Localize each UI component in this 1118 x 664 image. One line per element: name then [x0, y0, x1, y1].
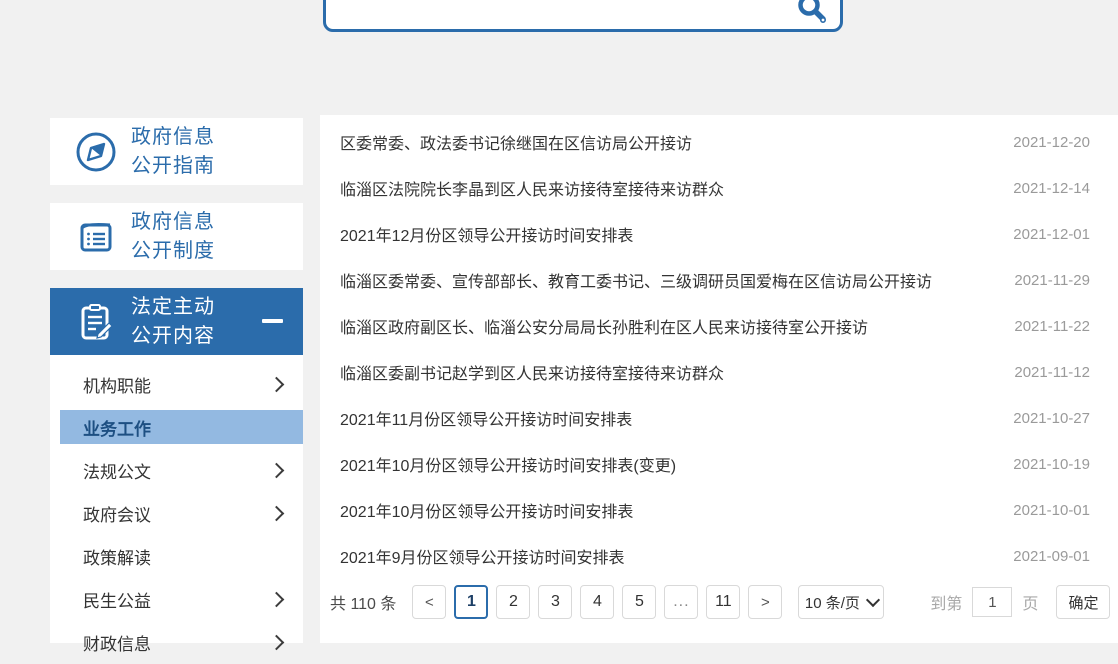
pagination-bar: 共 110 条 < 12345...11 > 10 条/页 到第 页 确定: [330, 585, 1110, 619]
article-date: 2021-12-01: [1013, 226, 1090, 243]
sidebar-submenu-item[interactable]: 政府会议: [50, 492, 303, 535]
next-page-button[interactable]: >: [748, 585, 782, 619]
goto-page-group: 到第 页 确定: [930, 585, 1110, 619]
submenu-item-label: 民生公益: [83, 587, 151, 612]
submenu-item-label: 政府会议: [83, 501, 151, 526]
article-date: 2021-09-01: [1013, 548, 1090, 565]
sidebar-submenu-item[interactable]: 机构职能: [50, 363, 303, 406]
compass-icon: [74, 130, 118, 174]
list-item[interactable]: 临淄区委副书记赵学到区人民来访接待室接待来访群众 2021-11-12: [320, 349, 1118, 395]
sidebar-submenu-item[interactable]: 民生公益: [50, 578, 303, 621]
chevron-right-icon: [269, 592, 285, 608]
list-item[interactable]: 2021年9月份区领导公开接访时间安排表 2021-09-01: [320, 533, 1118, 579]
sidebar-submenu-item[interactable]: 法规公文: [50, 449, 303, 492]
list-item[interactable]: 2021年10月份区领导公开接访时间安排表(变更) 2021-10-19: [320, 441, 1118, 487]
article-title[interactable]: 2021年9月份区领导公开接访时间安排表: [340, 544, 625, 568]
sidebar-item-statutory-disclosure[interactable]: 法定主动 公开内容: [50, 288, 303, 355]
page-number-button[interactable]: 11: [706, 585, 740, 619]
submenu-item-label: 业务工作: [83, 415, 151, 440]
page-size-select[interactable]: 10 条/页: [798, 585, 884, 619]
submenu-item-label: 机构职能: [83, 372, 151, 397]
article-title[interactable]: 临淄区委副书记赵学到区人民来访接待室接待来访群众: [340, 360, 724, 384]
sidebar-item-gov-info-system[interactable]: 政府信息 公开制度: [50, 203, 303, 270]
article-list: 区委常委、政法委书记徐继国在区信访局公开接访 2021-12-20 临淄区法院院长李…: [320, 115, 1118, 579]
article-title[interactable]: 区委常委、政法委书记徐继国在区信访局公开接访: [340, 130, 692, 154]
book-icon: [74, 215, 118, 259]
article-date: 2021-11-22: [1014, 318, 1090, 335]
list-item[interactable]: 区委常委、政法委书记徐继国在区信访局公开接访 2021-12-20: [320, 119, 1118, 165]
total-count: 共 110 条: [330, 590, 396, 614]
article-date: 2021-11-29: [1014, 272, 1090, 289]
article-title[interactable]: 临淄区法院院长李晶到区人民来访接待室接待来访群众: [340, 176, 724, 200]
list-item[interactable]: 临淄区法院院长李晶到区人民来访接待室接待来访群众 2021-12-14: [320, 165, 1118, 211]
list-item[interactable]: 2021年12月份区领导公开接访时间安排表 2021-12-01: [320, 211, 1118, 257]
page-number-button[interactable]: 2: [496, 585, 530, 619]
sidebar-submenu-item[interactable]: 政策解读: [50, 535, 303, 578]
article-title[interactable]: 临淄区委常委、宣传部部长、教育工委书记、三级调研员国爱梅在区信访局公开接访: [340, 268, 932, 292]
search-icon[interactable]: [796, 0, 828, 25]
sidebar-submenu-item[interactable]: 业务工作: [60, 410, 303, 444]
page-size-label: 10 条/页: [805, 592, 860, 613]
page-number-button[interactable]: 3: [538, 585, 572, 619]
article-date: 2021-10-27: [1013, 410, 1090, 427]
article-date: 2021-10-01: [1013, 502, 1090, 519]
chevron-down-icon: [866, 593, 880, 607]
clipboard-pen-icon: [74, 300, 118, 344]
search-box[interactable]: [323, 0, 843, 32]
chevron-right-icon: [269, 463, 285, 479]
chevron-right-icon: [269, 377, 285, 393]
sidebar-submenu: 机构职能业务工作法规公文政府会议政策解读民生公益财政信息: [50, 355, 303, 643]
sidebar-item-label: 政府信息 公开制度: [131, 208, 215, 266]
confirm-button[interactable]: 确定: [1056, 585, 1110, 619]
page-buttons: 12345...11: [454, 585, 748, 619]
sidebar-item-gov-info-guide[interactable]: 政府信息 公开指南: [50, 118, 303, 185]
article-date: 2021-12-14: [1013, 180, 1090, 197]
goto-page-input[interactable]: [972, 587, 1012, 617]
page-ellipsis-button[interactable]: ...: [664, 585, 698, 619]
page-number-button[interactable]: 1: [454, 585, 488, 619]
article-list-panel: 区委常委、政法委书记徐继国在区信访局公开接访 2021-12-20 临淄区法院院长李…: [320, 115, 1118, 643]
article-title[interactable]: 2021年12月份区领导公开接访时间安排表: [340, 222, 633, 246]
sidebar-item-label: 政府信息 公开指南: [131, 123, 215, 181]
page-number-button[interactable]: 5: [622, 585, 656, 619]
article-title[interactable]: 2021年10月份区领导公开接访时间安排表(变更): [340, 452, 676, 476]
article-title[interactable]: 临淄区政府副区长、临淄公安分局局长孙胜利在区人民来访接待室公开接访: [340, 314, 868, 338]
list-item[interactable]: 临淄区政府副区长、临淄公安分局局长孙胜利在区人民来访接待室公开接访 2021-11…: [320, 303, 1118, 349]
article-title[interactable]: 2021年10月份区领导公开接访时间安排表: [340, 498, 633, 522]
article-date: 2021-11-12: [1014, 364, 1090, 381]
goto-suffix-label: 页: [1022, 590, 1038, 614]
list-item[interactable]: 2021年11月份区领导公开接访时间安排表 2021-10-27: [320, 395, 1118, 441]
list-item[interactable]: 2021年10月份区领导公开接访时间安排表 2021-10-01: [320, 487, 1118, 533]
collapse-minus-icon[interactable]: [262, 319, 283, 323]
chevron-right-icon: [269, 506, 285, 522]
prev-page-button[interactable]: <: [412, 585, 446, 619]
sidebar-item-label: 法定主动 公开内容: [131, 293, 215, 351]
article-date: 2021-10-19: [1013, 456, 1090, 473]
list-item[interactable]: 临淄区委常委、宣传部部长、教育工委书记、三级调研员国爱梅在区信访局公开接访 202…: [320, 257, 1118, 303]
search-input[interactable]: [340, 1, 764, 27]
article-title[interactable]: 2021年11月份区领导公开接访时间安排表: [340, 406, 632, 430]
page-number-button[interactable]: 4: [580, 585, 614, 619]
submenu-item-label: 政策解读: [83, 544, 151, 569]
article-date: 2021-12-20: [1013, 134, 1090, 151]
submenu-item-label: 法规公文: [83, 458, 151, 483]
goto-prefix-label: 到第: [930, 590, 962, 614]
